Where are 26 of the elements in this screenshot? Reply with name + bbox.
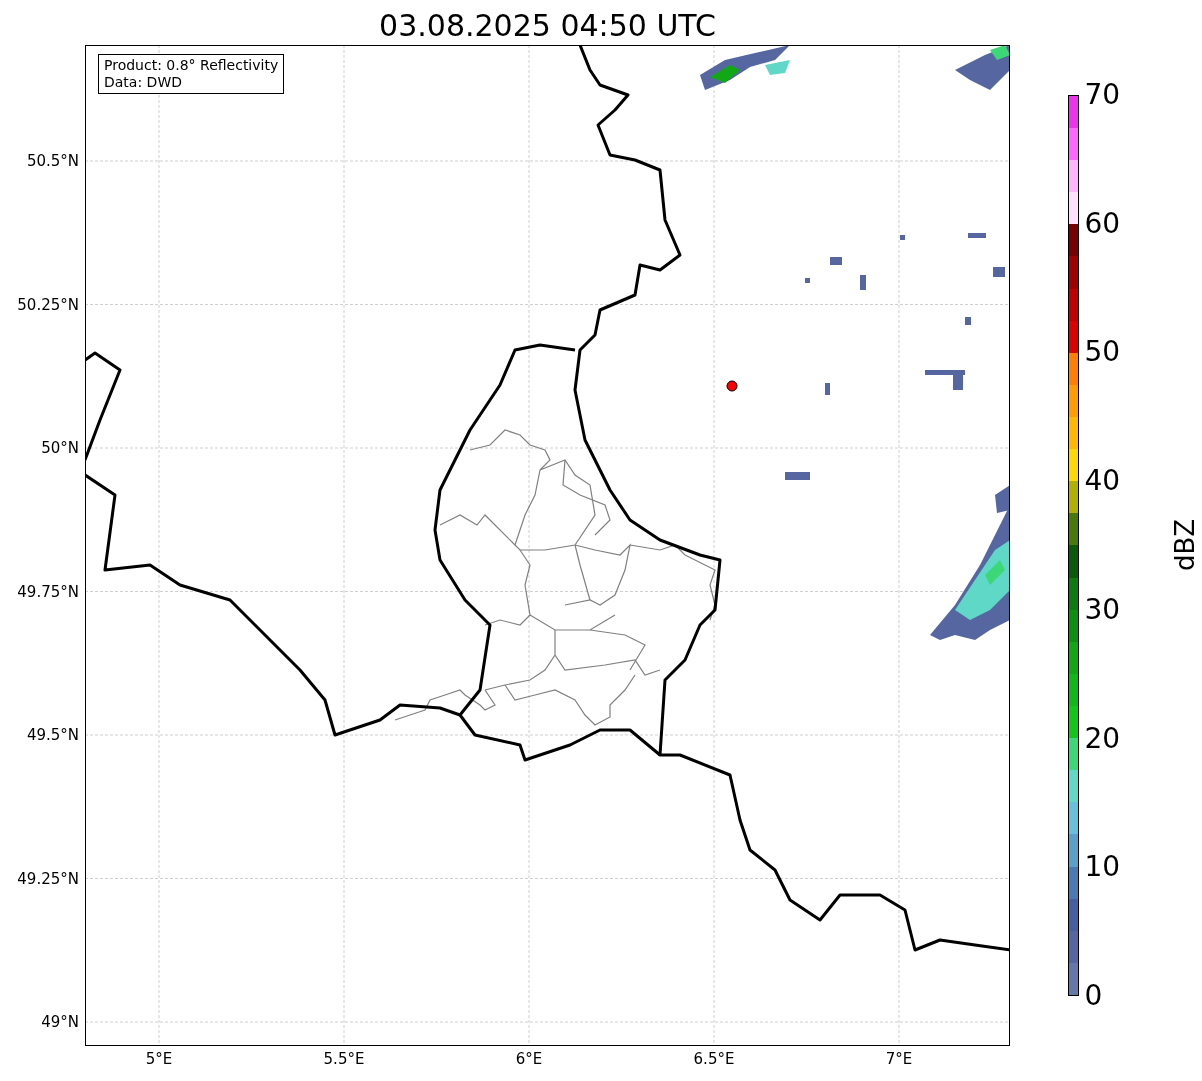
x-tick-label: 5°E <box>145 1052 173 1067</box>
y-tick-label: 50°N <box>41 440 79 456</box>
colorbar-tick-label: 20 <box>1084 724 1121 753</box>
data-source-label: Data: DWD <box>104 74 183 91</box>
x-tick-label: 5.5°E <box>323 1052 365 1067</box>
y-tick-label: 49.25°N <box>17 871 79 886</box>
y-tick-label: 50.5°N <box>26 153 79 169</box>
product-label: Product: 0.8° Reflectivity <box>104 57 279 74</box>
chart-title: 03.08.2025 04:50 UTC <box>379 11 716 45</box>
radar-site-marker <box>726 380 738 392</box>
y-tick-label: 49°N <box>41 1014 79 1030</box>
colorbar-label: dBZ <box>1172 518 1198 572</box>
x-tick-label: 7°E <box>885 1052 913 1067</box>
colorbar-tick-label: 70 <box>1084 81 1121 109</box>
colorbar-tick-label: 60 <box>1084 209 1121 238</box>
colorbar-tick-label: 50 <box>1084 338 1121 367</box>
colorbar-tick-label: 30 <box>1084 595 1121 624</box>
radar-echo <box>955 46 1009 90</box>
y-tick-label: 49.5°N <box>26 727 79 743</box>
colorbar-tick-label: 40 <box>1084 467 1121 496</box>
x-tick-label: 6°E <box>515 1052 543 1067</box>
colorbar-tick-label: 10 <box>1084 853 1121 882</box>
x-tick-label: 6.5°E <box>693 1052 735 1067</box>
y-tick-label: 49.75°N <box>17 584 79 599</box>
colorbar-tick-label: 0 <box>1084 982 1103 1010</box>
y-tick-label: 50.25°N <box>17 297 79 312</box>
